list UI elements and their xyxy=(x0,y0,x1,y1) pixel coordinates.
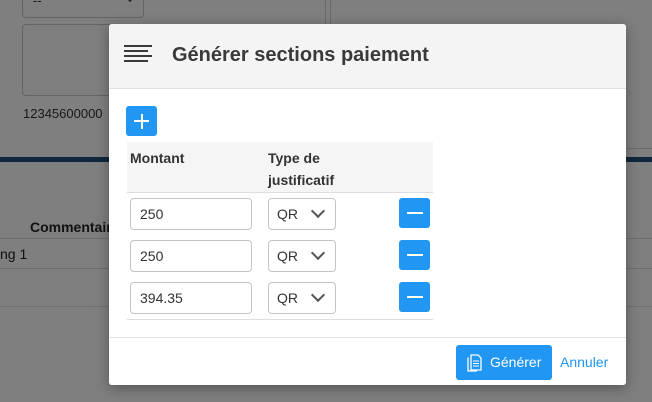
type-select-value: QR xyxy=(277,290,298,306)
minus-icon xyxy=(406,254,423,256)
remove-row-button[interactable] xyxy=(399,240,430,270)
amount-input[interactable]: 250 xyxy=(130,198,252,230)
amount-input[interactable]: 394.35 xyxy=(130,282,252,314)
column-header-amount: Montant xyxy=(130,150,185,166)
remove-row-button[interactable] xyxy=(399,282,430,312)
table-row: 250 QR xyxy=(127,193,433,236)
dialog-title: Générer sections paiement xyxy=(172,44,429,66)
table-header: Montant Type de justificatif xyxy=(127,142,433,193)
minus-icon xyxy=(406,212,423,214)
type-select[interactable]: QR xyxy=(268,282,336,314)
type-select[interactable]: QR xyxy=(268,198,336,230)
generate-payment-sections-dialog: Générer sections paiement Montant Type d… xyxy=(109,24,626,385)
menu-lines-icon xyxy=(124,45,152,63)
amount-input[interactable]: 250 xyxy=(130,240,252,272)
table-row: 250 QR xyxy=(127,235,433,278)
chevron-down-icon xyxy=(310,287,326,303)
add-row-button[interactable] xyxy=(126,106,157,136)
document-icon xyxy=(467,354,482,372)
table-row: 394.35 QR xyxy=(127,277,433,320)
type-select-value: QR xyxy=(277,206,298,222)
type-select[interactable]: QR xyxy=(268,240,336,272)
column-header-type: Type de justificatif xyxy=(268,150,335,188)
chevron-down-icon xyxy=(310,245,326,261)
cancel-link[interactable]: Annuler xyxy=(560,354,608,370)
remove-row-button[interactable] xyxy=(399,198,430,228)
type-select-value: QR xyxy=(277,248,298,264)
dialog-footer: Générer Annuler xyxy=(109,337,626,385)
generate-button[interactable]: Générer xyxy=(456,345,552,380)
generate-button-label: Générer xyxy=(490,354,542,370)
dialog-header: Générer sections paiement xyxy=(109,24,626,89)
minus-icon xyxy=(406,296,423,298)
chevron-down-icon xyxy=(310,203,326,219)
